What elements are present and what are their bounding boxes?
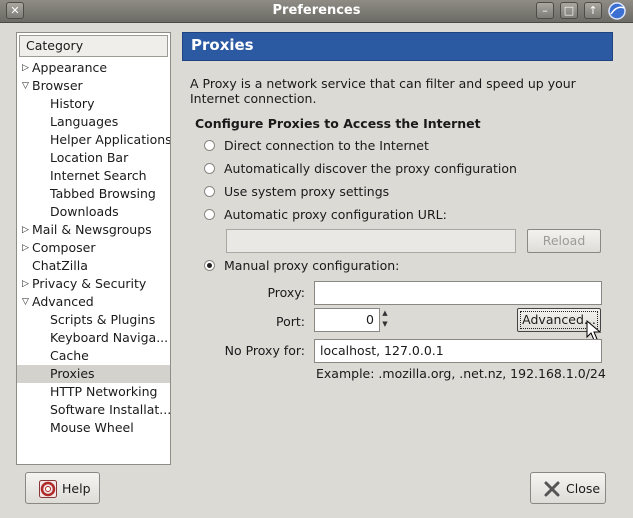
sidebar-item[interactable]: ▽ Browser [17, 77, 170, 95]
sidebar-item[interactable]: Downloads [17, 203, 170, 221]
proxy-host-input[interactable] [314, 281, 602, 305]
expander-closed-icon[interactable]: ▷ [22, 275, 32, 293]
reload-button[interactable]: Reload [527, 229, 601, 253]
port-spinner[interactable]: ▲ ▼ [379, 308, 391, 332]
radio-button[interactable] [204, 186, 215, 197]
no-proxy-label: No Proxy for: [224, 343, 305, 358]
radio-label: Direct connection to the Internet [224, 138, 429, 153]
help-button[interactable]: Help [25, 472, 100, 504]
sidebar-item[interactable]: ▷ Mail & Newsgroups [17, 221, 170, 239]
sidebar-item-label: ChatZilla [32, 258, 88, 273]
close-button[interactable]: Close [530, 472, 606, 504]
radio-label: Manual proxy configuration: [224, 258, 400, 273]
category-header[interactable]: Category [19, 35, 168, 57]
sidebar-item-label: Languages [50, 114, 119, 129]
help-label: Help [62, 481, 91, 496]
window-minimize-button[interactable]: – [536, 2, 554, 19]
page-title: Proxies [191, 36, 254, 54]
sidebar-item-label: Proxies [50, 366, 95, 381]
sidebar-item[interactable]: History [17, 95, 170, 113]
sidebar-item-label: Cache [50, 348, 89, 363]
sidebar-item-label: Advanced [32, 294, 94, 309]
section-title: Configure Proxies to Access the Internet [195, 116, 481, 131]
sidebar-item-label: Appearance [32, 60, 108, 75]
close-label: Close [566, 481, 601, 496]
app-logo-icon [608, 2, 626, 20]
sidebar-item-label: Composer [32, 240, 96, 255]
radio-label: Automatically discover the proxy configu… [224, 161, 517, 176]
preferences-window: ✕ Preferences – □ ↑ Category ▷ Appearance… [0, 0, 633, 518]
proxy-label: Proxy: [267, 285, 305, 300]
sidebar-item-label: History [50, 96, 95, 111]
sidebar-item-label: Scripts & Plugins [50, 312, 156, 327]
sidebar-item[interactable]: HTTP Networking [17, 383, 170, 401]
sidebar-item[interactable]: ▷ Privacy & Security [17, 275, 170, 293]
expander-closed-icon[interactable]: ▷ [22, 221, 32, 239]
sidebar-item[interactable]: Keyboard Naviga... [17, 329, 170, 347]
port-input[interactable]: 0 [314, 308, 380, 332]
sidebar-item-label: HTTP Networking [50, 384, 158, 399]
page-title-bar: Proxies [182, 32, 613, 61]
window-rollup-button[interactable]: ↑ [584, 2, 602, 19]
sidebar-item[interactable]: ▷ Composer [17, 239, 170, 257]
radio-button[interactable] [204, 260, 215, 271]
sidebar-item[interactable]: Location Bar [17, 149, 170, 167]
sidebar-item-label: Location Bar [50, 150, 129, 165]
sidebar-item-label: Mouse Wheel [50, 420, 134, 435]
sidebar-item-label: Downloads [50, 204, 119, 219]
port-label: Port: [276, 314, 305, 329]
sidebar-item-label: Tabbed Browsing [50, 186, 156, 201]
expander-open-icon[interactable]: ▽ [22, 293, 32, 311]
spin-up-icon[interactable]: ▲ [379, 308, 391, 319]
sidebar-item-label: Internet Search [50, 168, 147, 183]
sidebar-item-label: Software Installat... [50, 402, 170, 417]
sidebar-item-label: Privacy & Security [32, 276, 147, 291]
expander-closed-icon[interactable]: ▷ [22, 59, 32, 77]
sidebar-item-label: Browser [32, 78, 83, 93]
sidebar-item[interactable]: ▷ Appearance [17, 59, 170, 77]
close-x-icon [544, 481, 560, 497]
sidebar-item[interactable]: Proxies [17, 365, 170, 383]
radio-button[interactable] [204, 140, 215, 151]
radio-label: Automatic proxy configuration URL: [224, 207, 447, 222]
sidebar-item[interactable]: Internet Search [17, 167, 170, 185]
spin-down-icon[interactable]: ▼ [379, 319, 391, 330]
sidebar-item-label: Mail & Newsgroups [32, 222, 152, 237]
sidebar-item-label: Keyboard Naviga... [50, 330, 169, 345]
sidebar-item[interactable]: Tabbed Browsing [17, 185, 170, 203]
help-lifebuoy-icon [39, 480, 57, 498]
sidebar-item[interactable]: ▽ Advanced [17, 293, 170, 311]
radio-label: Use system proxy settings [224, 184, 390, 199]
sidebar-item[interactable]: Cache [17, 347, 170, 365]
window-titlebar[interactable]: ✕ Preferences – □ ↑ [0, 0, 633, 23]
category-tree[interactable]: Category ▷ Appearance ▽ Browser History Langu… [16, 32, 171, 465]
expander-open-icon[interactable]: ▽ [22, 77, 32, 95]
sidebar-item[interactable]: ChatZilla [17, 257, 170, 275]
window-maximize-button[interactable]: □ [560, 2, 578, 19]
radio-button[interactable] [204, 209, 215, 220]
proxy-description: A Proxy is a network service that can fi… [190, 76, 576, 106]
auto-config-url-input[interactable] [226, 229, 516, 253]
sidebar-item[interactable]: Software Installat... [17, 401, 170, 419]
sidebar-item[interactable]: Scripts & Plugins [17, 311, 170, 329]
sidebar-item[interactable]: Helper Applications [17, 131, 170, 149]
sidebar-item-label: Helper Applications [50, 132, 170, 147]
sidebar-item[interactable]: Languages [17, 113, 170, 131]
expander-closed-icon[interactable]: ▷ [22, 239, 32, 257]
no-proxy-input[interactable]: localhost, 127.0.0.1 [314, 339, 602, 363]
radio-button[interactable] [204, 163, 215, 174]
sidebar-item[interactable]: Mouse Wheel [17, 419, 170, 437]
no-proxy-example: Example: .mozilla.org, .net.nz, 192.168.… [316, 366, 606, 381]
